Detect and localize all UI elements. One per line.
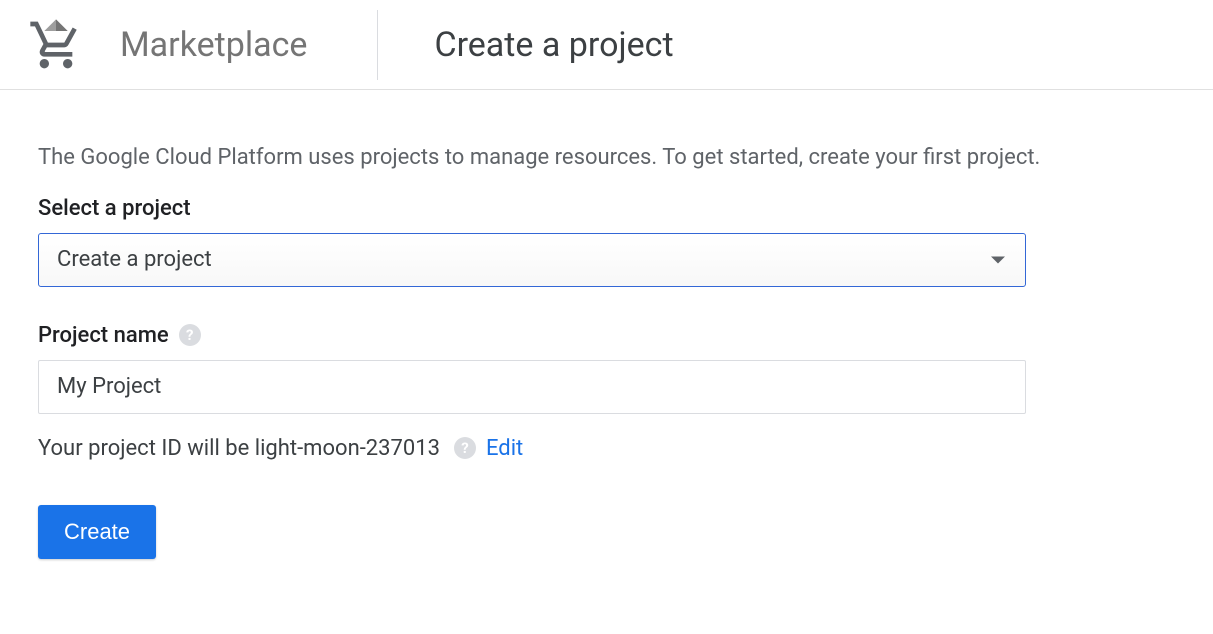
select-project-label: Select a project — [38, 196, 1062, 221]
chevron-down-icon — [991, 256, 1005, 263]
help-icon[interactable]: ? — [179, 324, 201, 346]
create-button[interactable]: Create — [38, 505, 156, 559]
header-divider — [377, 10, 378, 80]
project-name-label: Project name ? — [38, 323, 1062, 348]
edit-project-id-link[interactable]: Edit — [486, 436, 523, 461]
project-name-label-text: Project name — [38, 323, 169, 348]
select-project-label-text: Select a project — [38, 196, 191, 221]
project-select[interactable]: Create a project — [38, 233, 1026, 287]
content: The Google Cloud Platform uses projects … — [0, 90, 1100, 599]
project-select-value: Create a project — [57, 247, 212, 272]
marketplace-cart-icon — [28, 17, 84, 73]
help-icon[interactable]: ? — [454, 437, 476, 459]
project-id-text: Your project ID will be light-moon-23701… — [38, 436, 440, 461]
intro-text: The Google Cloud Platform uses projects … — [38, 142, 1062, 174]
page-title: Create a project — [434, 25, 673, 65]
marketplace-title: Marketplace — [120, 25, 377, 65]
project-name-input[interactable] — [38, 360, 1026, 414]
project-id-row: Your project ID will be light-moon-23701… — [38, 436, 1062, 461]
header: Marketplace Create a project — [0, 0, 1213, 90]
